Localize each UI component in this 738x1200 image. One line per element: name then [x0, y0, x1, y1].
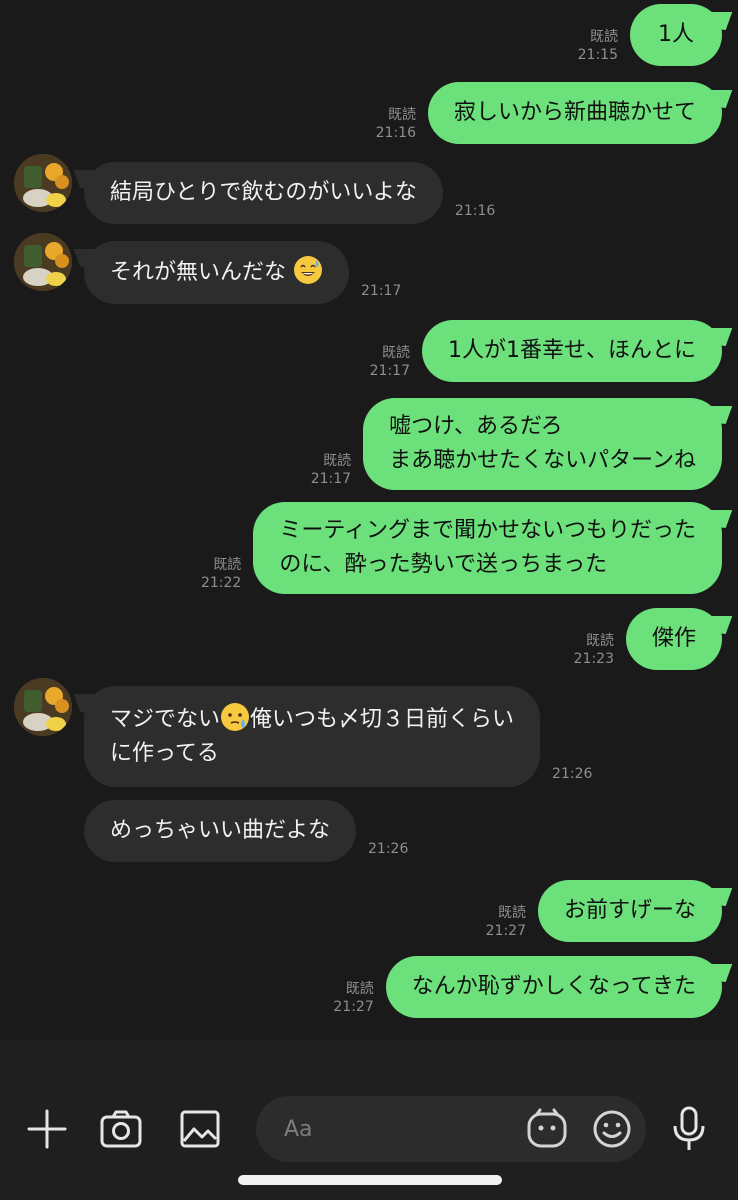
message-incoming: マジでない 俺いつも〆切３日前くらい に作ってる 21:26 [84, 686, 592, 787]
message-outgoing: 既読 21:17 1人が1番幸せ、ほんとに [370, 320, 722, 382]
message-bubble[interactable]: それが無いんだな [84, 241, 350, 304]
camera-button[interactable] [98, 1106, 144, 1152]
home-indicator[interactable] [238, 1175, 502, 1185]
message-meta: 既読 21:16 [376, 106, 416, 142]
sticker-icon [527, 1108, 567, 1148]
message-text: のに、酔った勢いで送っちまった [279, 552, 608, 577]
image-button[interactable] [177, 1106, 223, 1152]
message-time: 21:22 [200, 575, 242, 591]
message-time: 21:16 [454, 203, 496, 219]
message-bubble[interactable]: 嘘つけ、あるだろ まあ聴かせたくないパターンね [363, 398, 722, 490]
camera-icon [100, 1110, 142, 1148]
message-time: 21:17 [369, 363, 410, 379]
message-meta: 21:26 [368, 840, 408, 858]
message-text: 結局ひとりで飲むのがいいよな [110, 180, 417, 205]
sweat-smile-emoji-icon [294, 256, 323, 284]
message-meta: 21:26 [552, 765, 592, 783]
message-time: 21:17 [310, 471, 352, 487]
message-bubble[interactable]: マジでない 俺いつも〆切３日前くらい に作ってる [84, 686, 541, 787]
message-meta: 21:17 [361, 282, 401, 300]
message-meta: 既読 21:15 [578, 28, 618, 64]
message-outgoing: 既読 21:22 ミーティングまで聞かせないつもりだった のに、酔った勢いで送っ… [201, 502, 722, 594]
message-time: 21:23 [573, 651, 614, 667]
message-bubble[interactable]: 結局ひとりで飲むのがいいよな [84, 162, 443, 224]
sweat-face-emoji-icon [221, 703, 250, 731]
message-text: 俺いつも〆切３日前くらい [250, 707, 515, 732]
mic-button[interactable] [666, 1106, 712, 1152]
message-time: 21:16 [375, 125, 416, 141]
message-text: なんか恥ずかしくなってきた [411, 974, 696, 999]
avatar[interactable] [14, 233, 72, 291]
message-bubble[interactable]: 傑作 [625, 608, 722, 670]
message-bubble[interactable]: 1人 [630, 4, 722, 66]
message-text: お前すげーな [563, 898, 696, 923]
message-outgoing: 既読 21:16 寂しいから新曲聴かせて [376, 82, 722, 144]
message-text: マジでない [110, 707, 221, 732]
image-icon [180, 1110, 220, 1148]
plus-button[interactable] [24, 1106, 70, 1152]
chat-area[interactable]: 既読 21:15 1人 既読 21:16 寂しいから新曲聴かせて 結局ひとりで飲… [0, 0, 738, 1040]
message-meta: 既読 21:27 [333, 980, 373, 1016]
avatar[interactable] [14, 154, 72, 212]
emoji-button[interactable] [592, 1109, 632, 1153]
message-outgoing: 既読 21:27 お前すげーな [486, 880, 722, 942]
message-bubble[interactable]: 寂しいから新曲聴かせて [427, 82, 722, 144]
message-text: 嘘つけ、あるだろ [389, 414, 563, 439]
message-meta: 既読 21:27 [486, 904, 526, 940]
message-bubble[interactable]: 1人が1番幸せ、ほんとに [422, 320, 722, 382]
emoji-icon [593, 1110, 631, 1148]
read-receipt: 既読 [497, 905, 526, 921]
message-time: 21:26 [368, 841, 409, 857]
message-text: ミーティングまで聞かせないつもりだった [279, 518, 696, 543]
read-receipt: 既読 [382, 345, 410, 361]
message-time: 21:26 [552, 766, 593, 782]
message-text: まあ聴かせたくないパターンね [389, 448, 696, 473]
message-time: 21:27 [333, 999, 374, 1015]
message-bubble[interactable]: なんか恥ずかしくなってきた [385, 956, 722, 1018]
message-text: 1人が1番幸せ、ほんとに [448, 338, 696, 363]
read-receipt: 既読 [323, 453, 352, 469]
message-meta: 21:16 [455, 202, 495, 220]
message-text: 1人 [658, 22, 694, 47]
read-receipt: 既読 [213, 557, 242, 573]
message-outgoing: 既読 21:23 傑作 [574, 608, 722, 670]
read-receipt: 既読 [590, 29, 618, 45]
read-receipt: 既読 [387, 107, 416, 123]
message-outgoing: 既読 21:27 なんか恥ずかしくなってきた [333, 956, 722, 1018]
message-input[interactable] [284, 1116, 514, 1142]
message-time: 21:17 [361, 283, 402, 299]
avatar-photo [14, 678, 72, 736]
message-incoming: めっちゃいい曲だよな 21:26 [84, 800, 408, 862]
read-receipt: 既読 [585, 633, 614, 649]
message-incoming: それが無いんだな 21:17 [84, 241, 401, 304]
read-receipt: 既読 [345, 981, 374, 997]
sticker-button[interactable] [526, 1108, 568, 1154]
message-time: 21:15 [577, 47, 618, 63]
avatar-photo [14, 233, 72, 291]
message-meta: 既読 21:22 [201, 556, 241, 592]
message-incoming: 結局ひとりで飲むのがいいよな 21:16 [84, 162, 495, 224]
message-text: に作ってる [110, 741, 219, 766]
message-text: 寂しいから新曲聴かせて [453, 100, 696, 125]
message-text: 傑作 [651, 626, 696, 651]
mic-icon [673, 1106, 705, 1150]
message-bubble[interactable]: めっちゃいい曲だよな [84, 800, 357, 862]
avatar[interactable] [14, 678, 72, 736]
message-text: めっちゃいい曲だよな [110, 818, 331, 843]
plus-icon [27, 1109, 67, 1149]
message-composer[interactable] [256, 1096, 646, 1162]
message-outgoing: 既読 21:17 嘘つけ、あるだろ まあ聴かせたくないパターンね [311, 398, 722, 490]
message-bubble[interactable]: ミーティングまで聞かせないつもりだった のに、酔った勢いで送っちまった [253, 502, 722, 594]
message-meta: 既読 21:17 [370, 344, 410, 380]
message-bubble[interactable]: お前すげーな [537, 880, 722, 942]
message-text: それが無いんだな [110, 260, 287, 285]
message-meta: 既読 21:23 [574, 632, 614, 668]
avatar-photo [14, 154, 72, 212]
message-time: 21:27 [485, 923, 526, 939]
message-meta: 既読 21:17 [311, 452, 351, 488]
message-outgoing: 既読 21:15 1人 [578, 4, 722, 66]
